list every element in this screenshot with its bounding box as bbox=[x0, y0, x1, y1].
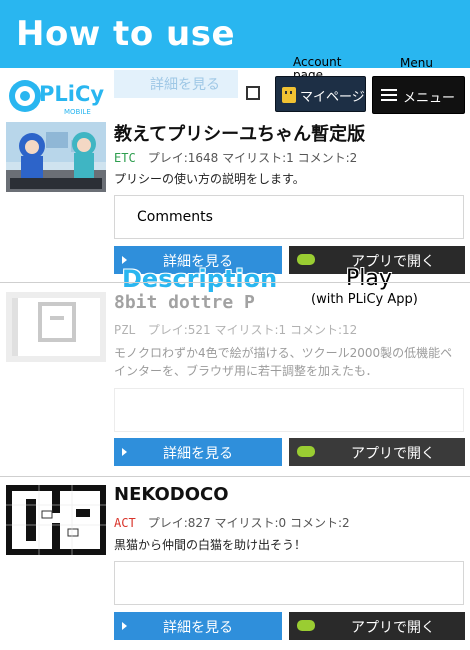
game-title[interactable]: 教えてプリシーユちゃん暫定版 bbox=[114, 120, 365, 146]
menu-label: メニュー bbox=[403, 91, 456, 106]
open-in-app-label: アプリで開く bbox=[351, 620, 435, 636]
hamburger-icon bbox=[381, 89, 397, 91]
game-thumbnail[interactable] bbox=[6, 485, 106, 555]
open-in-app-label: アプリで開く bbox=[351, 446, 435, 462]
game-meta: ACT プレイ:827 マイリスト:0 コメント:2 bbox=[114, 514, 350, 531]
game-thumbnail-image bbox=[6, 292, 106, 362]
game-title[interactable]: 8bit dottre P bbox=[114, 292, 255, 313]
comments-box[interactable] bbox=[114, 561, 464, 605]
game-meta: ETC プレイ:1648 マイリスト:1 コメント:2 bbox=[114, 149, 357, 166]
comments-box[interactable] bbox=[114, 388, 464, 432]
game-thumbnail[interactable] bbox=[6, 122, 106, 192]
open-in-app-label: アプリで開く bbox=[351, 254, 435, 270]
annotation-description: Description bbox=[122, 265, 278, 293]
page: How to use 詳細を見る PLiCy MOBILE Account pa… bbox=[0, 0, 470, 650]
genre-tag: ETC bbox=[114, 151, 136, 165]
annotation-play-subtitle: (with PLiCy App) bbox=[311, 292, 418, 307]
game-stats: プレイ:827 マイリスト:0 コメント:2 bbox=[147, 516, 350, 530]
comments-label: Comments bbox=[137, 209, 213, 225]
gamepad-icon bbox=[297, 620, 315, 631]
gamepad-icon bbox=[297, 446, 315, 457]
gamepad-icon bbox=[297, 254, 315, 265]
user-face-icon bbox=[282, 87, 296, 103]
game-title[interactable]: NEKODOCO bbox=[114, 484, 229, 505]
mypage-button[interactable]: マイページ bbox=[275, 76, 366, 112]
logo-text: PLiCy bbox=[39, 82, 104, 106]
game-meta: PZL プレイ:521 マイリスト:1 コメント:12 bbox=[114, 321, 357, 338]
divider bbox=[0, 476, 470, 477]
genre-tag: PZL bbox=[114, 323, 136, 337]
logo-sub-text: MOBILE bbox=[64, 108, 91, 116]
annotation-play: Play bbox=[346, 266, 392, 291]
comments-box[interactable]: Comments bbox=[114, 195, 464, 239]
open-in-app-button[interactable]: アプリで開く bbox=[289, 612, 465, 640]
plicy-logo[interactable]: PLiCy MOBILE bbox=[6, 74, 124, 118]
mypage-label: マイページ bbox=[300, 90, 365, 105]
game-description: モノクロわずか4色で絵が描ける、ツクール2000製の低機能ペインターを、ブラウザ… bbox=[114, 346, 453, 378]
open-in-app-button[interactable]: アプリで開く bbox=[289, 438, 465, 466]
game-thumbnail-image bbox=[6, 122, 106, 192]
help-title: How to use bbox=[16, 14, 236, 54]
game-thumbnail-image bbox=[6, 485, 106, 555]
detail-label: 詳細を見る bbox=[163, 446, 233, 462]
header-detail-button[interactable]: 詳細を見る bbox=[114, 70, 238, 98]
genre-tag: ACT bbox=[114, 516, 136, 530]
game-stats: プレイ:521 マイリスト:1 コメント:12 bbox=[147, 323, 358, 337]
divider bbox=[0, 282, 470, 283]
detail-label: 詳細を見る bbox=[163, 620, 233, 636]
game-thumbnail[interactable] bbox=[6, 292, 106, 362]
detail-button[interactable]: 詳細を見る bbox=[114, 438, 282, 466]
game-stats: プレイ:1648 マイリスト:1 コメント:2 bbox=[147, 151, 358, 165]
menu-button[interactable]: メニュー bbox=[372, 76, 465, 114]
game-description: 黒猫から仲間の白猫を助け出そう！ bbox=[114, 538, 307, 552]
detail-button[interactable]: 詳細を見る bbox=[114, 612, 282, 640]
annotation-menu: Menu bbox=[400, 56, 433, 70]
plicy-logo-icon: PLiCy MOBILE bbox=[9, 80, 104, 116]
game-description: プリシーの使い方の説明をします。 bbox=[114, 172, 305, 186]
select-checkbox[interactable] bbox=[246, 86, 260, 100]
